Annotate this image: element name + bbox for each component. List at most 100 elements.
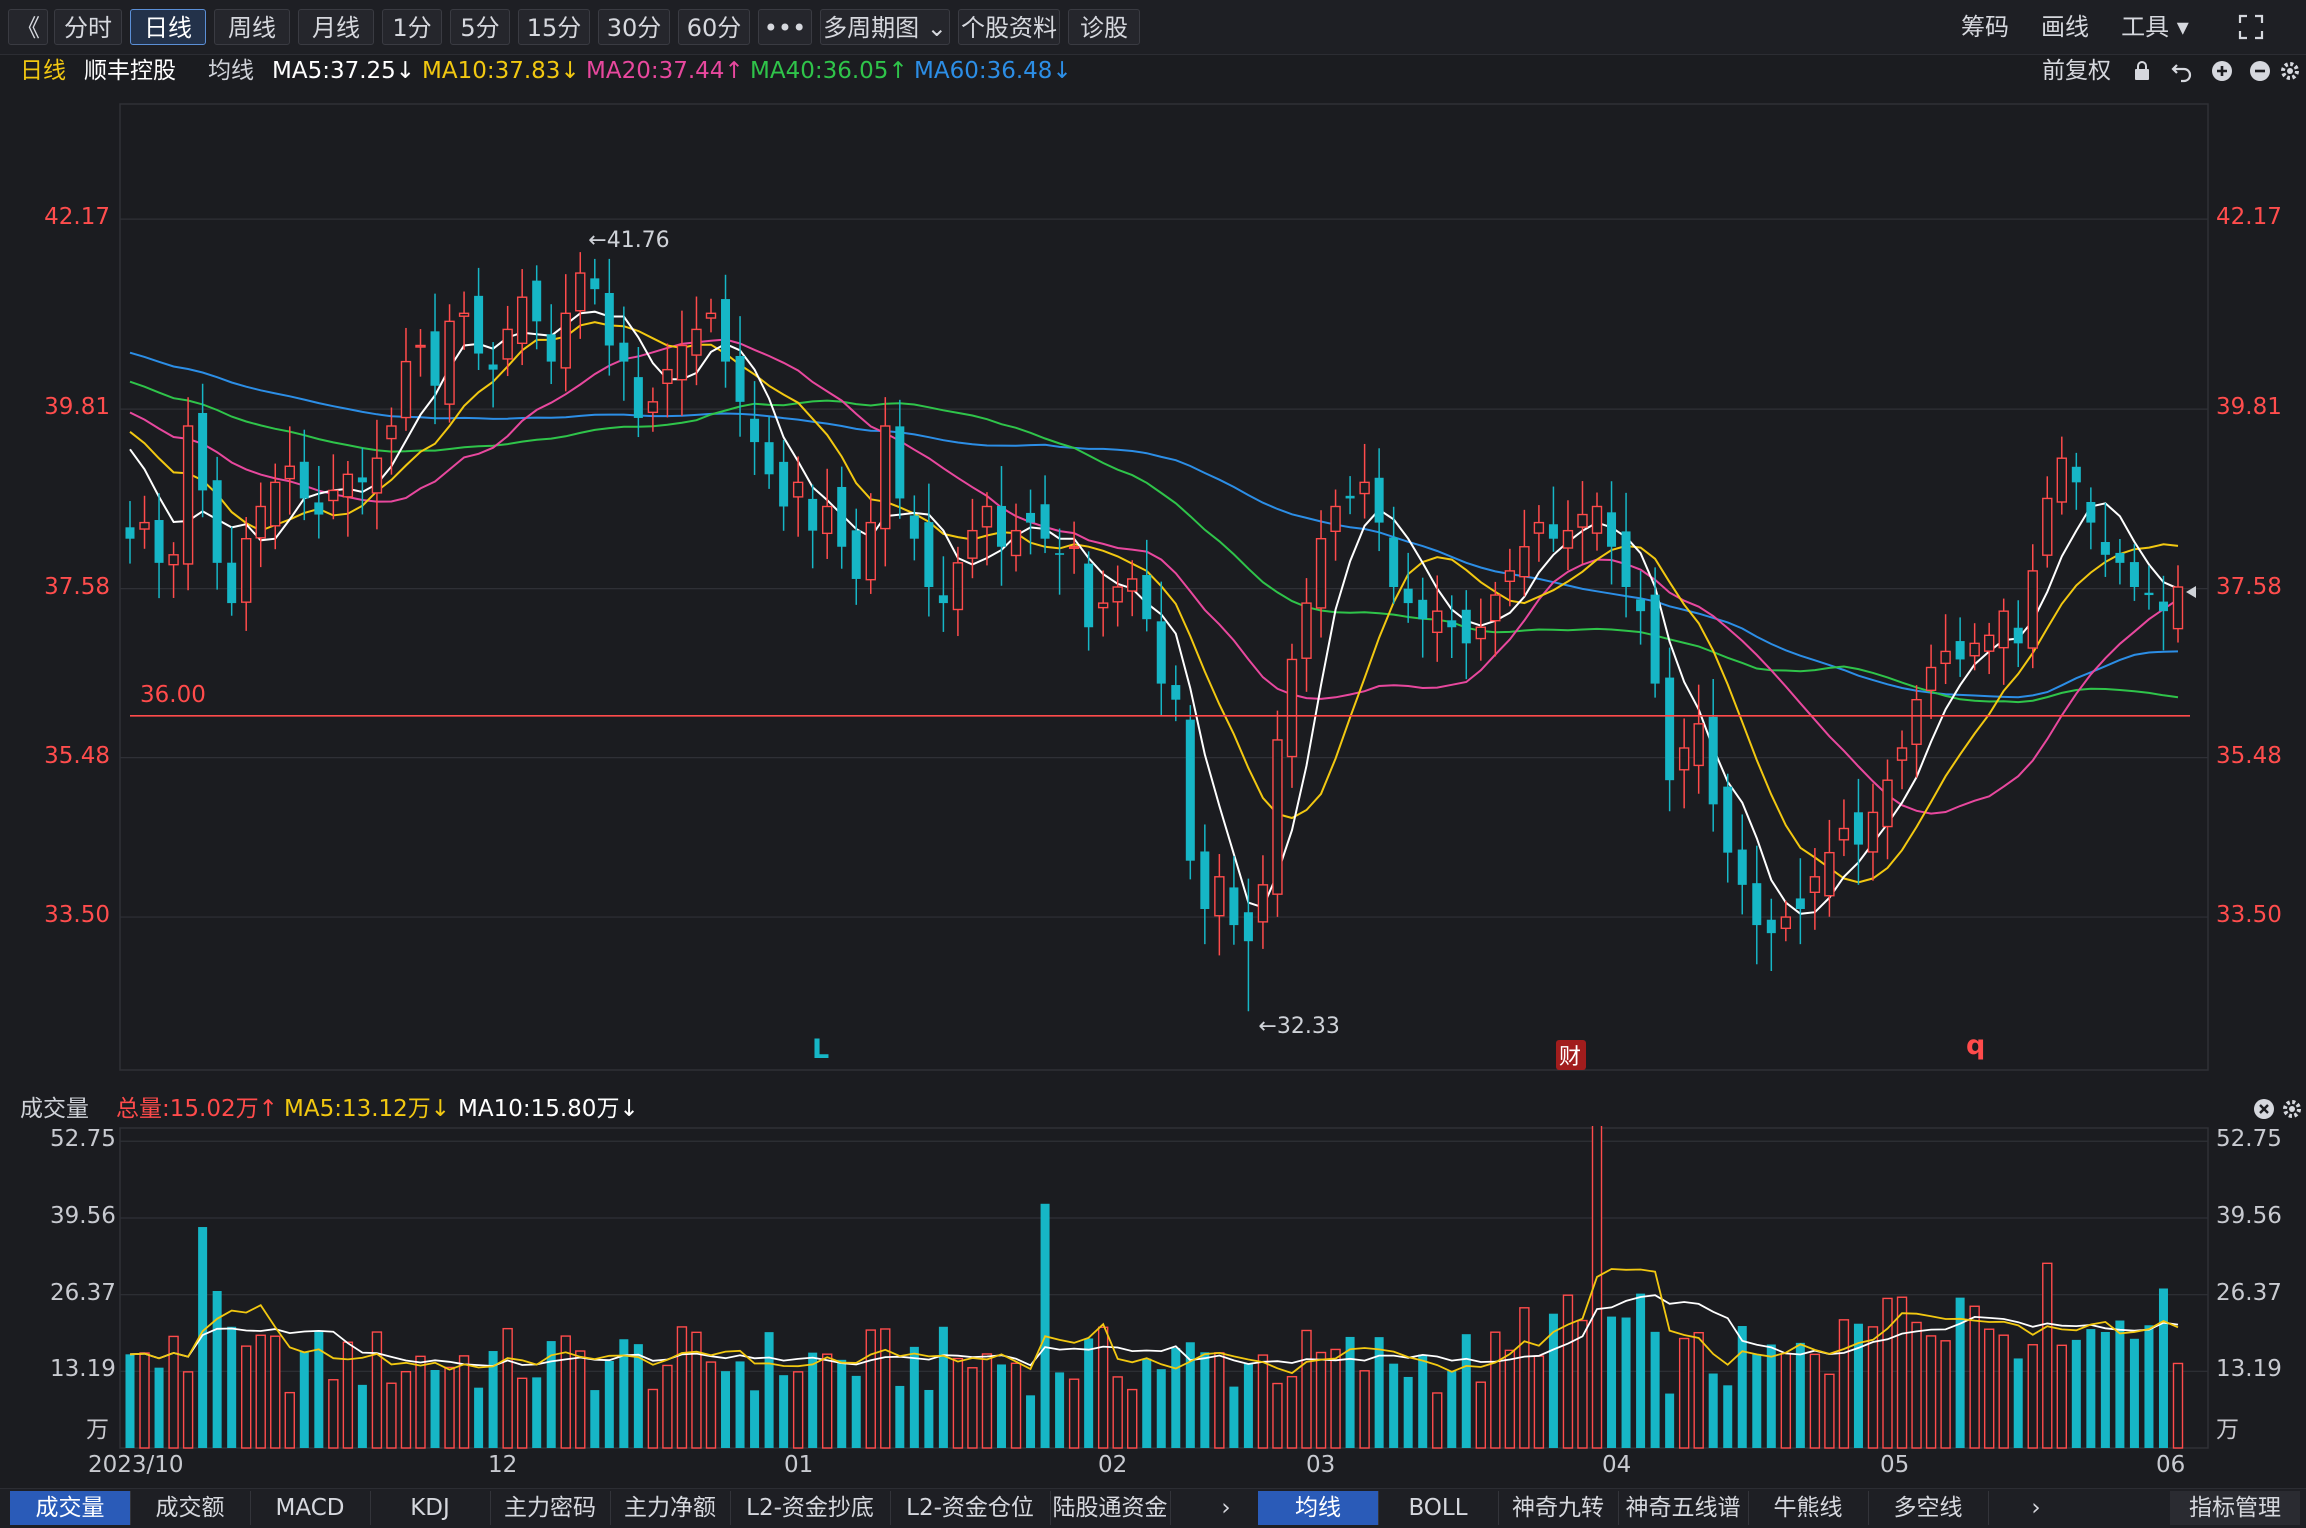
toolbar-tab-6[interactable]: 15分 <box>518 9 590 45</box>
volume-bar-down <box>779 1375 789 1448</box>
lock-icon[interactable] <box>2130 59 2154 83</box>
candle-down <box>154 520 164 563</box>
volume-bar-down <box>1345 1336 1355 1448</box>
indicator-tab-2[interactable]: MACD <box>250 1491 371 1525</box>
candle-down <box>1142 575 1152 620</box>
candle-down <box>474 295 484 354</box>
candle-down <box>909 515 919 539</box>
volume-bar-up <box>1112 1376 1123 1449</box>
date-label: 12 <box>488 1452 518 1478</box>
indicator-tab-5[interactable]: 主力净额 <box>610 1491 731 1525</box>
volume-chart[interactable] <box>0 1126 2306 1452</box>
volume-bar-up <box>1533 1355 1545 1449</box>
toolbar-tab-4[interactable]: 1分 <box>382 9 442 45</box>
chips-button[interactable]: 筹码 <box>1950 9 2020 45</box>
volume-bar-down <box>735 1361 745 1448</box>
candle-up <box>1257 884 1269 923</box>
candle-up <box>705 312 717 319</box>
overlay-tab-3[interactable]: 神奇五线谱 <box>1618 1491 1749 1525</box>
candle-up <box>1301 602 1312 659</box>
volume-bar-down <box>1461 1334 1471 1448</box>
indicator-tab-4[interactable]: 主力密码 <box>490 1491 611 1525</box>
indicator-tab-1[interactable]: 成交额 <box>130 1491 251 1525</box>
volume-bar-down <box>808 1352 818 1448</box>
candle-up <box>1490 594 1501 622</box>
event-marker-l[interactable]: L <box>812 1034 829 1065</box>
zoom-in-icon[interactable] <box>2210 59 2234 83</box>
candle-up <box>1330 505 1341 533</box>
adjust-label[interactable]: 前复权 <box>2042 54 2111 88</box>
indicator-tab-8[interactable]: 陆股通资金 <box>1050 1491 1171 1525</box>
indicator-tab-6[interactable]: L2-资金抄底 <box>730 1491 891 1525</box>
price-tick-right: 35.48 <box>2216 742 2282 769</box>
candle-down <box>1795 898 1805 909</box>
indicator-tab-3[interactable]: KDJ <box>370 1491 491 1525</box>
toolbar-tab-9[interactable]: ••• <box>758 9 812 45</box>
volume-bar-down <box>895 1385 905 1448</box>
toolbar-tab-3[interactable]: 月线 <box>298 9 374 45</box>
price-chart[interactable]: 36.00 ←41.76 ←32.33 L 财 q <box>0 88 2306 1074</box>
back-button[interactable]: 《 <box>8 9 48 45</box>
volume-tick-right: 39.56 <box>2216 1202 2282 1229</box>
toolbar-tab-12[interactable]: 诊股 <box>1068 9 1140 45</box>
volume-bar-down <box>1142 1358 1152 1448</box>
candle-up <box>1315 538 1327 609</box>
tools-button[interactable]: 工具 ▾ <box>2110 9 2200 45</box>
overlay-tab-2[interactable]: 神奇九转 <box>1498 1491 1619 1525</box>
close-volume-icon[interactable] <box>2252 1097 2276 1121</box>
ma60-line <box>129 351 2179 699</box>
toolbar-tab-1[interactable]: 日线 <box>130 9 206 45</box>
zoom-out-icon[interactable] <box>2248 59 2272 83</box>
indicator-tab-0[interactable]: 成交量 <box>10 1491 131 1525</box>
draw-button[interactable]: 画线 <box>2030 9 2100 45</box>
candle-up <box>1678 747 1690 771</box>
overlay-tab-1[interactable]: BOLL <box>1378 1491 1499 1525</box>
toolbar-tab-0[interactable]: 分时 <box>54 9 122 45</box>
undo-icon[interactable] <box>2170 59 2194 83</box>
indicator-manage-button[interactable]: 指标管理 <box>2170 1491 2300 1525</box>
candle-down <box>590 278 600 290</box>
toolbar-tab-10[interactable]: 多周期图 ⌄ <box>820 9 950 45</box>
volume-bar-up <box>2027 1344 2038 1449</box>
event-marker-finance[interactable]: 财 <box>1559 1045 1581 1070</box>
settings-gear-icon[interactable] <box>2278 59 2302 83</box>
candle-down <box>1055 553 1065 555</box>
volume-bar-up <box>705 1361 717 1449</box>
overlay-tab-4[interactable]: 牛熊线 <box>1748 1491 1869 1525</box>
candle-up <box>386 425 397 440</box>
toolbar-tab-2[interactable]: 周线 <box>214 9 290 45</box>
volume-bar-up <box>444 1366 455 1449</box>
candle-up <box>1562 529 1574 549</box>
volume-settings-icon[interactable] <box>2280 1097 2304 1121</box>
tabs-scroll-left-icon[interactable]: › <box>1208 1491 1244 1525</box>
volume-bar-up <box>1983 1328 1995 1449</box>
event-marker-q[interactable]: q <box>1966 1030 1985 1061</box>
indicator-tab-7[interactable]: L2-资金仓位 <box>890 1491 1051 1525</box>
price-tick-right: 33.50 <box>2216 902 2282 929</box>
toolbar-tab-8[interactable]: 60分 <box>678 9 750 45</box>
candle-down <box>1461 609 1471 644</box>
candle-down <box>227 562 237 604</box>
toolbar-tab-5[interactable]: 5分 <box>450 9 510 45</box>
toolbar-tab-7[interactable]: 30分 <box>598 9 670 45</box>
candle-up <box>270 481 281 527</box>
ma40-value: MA40:36.05↑ <box>750 58 908 84</box>
fullscreen-icon[interactable] <box>2236 12 2266 42</box>
volume-bar-down <box>2129 1338 2139 1448</box>
overlay-tab-5[interactable]: 多空线 <box>1868 1491 1989 1525</box>
ma40-line <box>129 380 2179 704</box>
candle-up <box>691 328 702 356</box>
candle-up <box>1112 586 1123 603</box>
volume-bar-down <box>1403 1376 1413 1448</box>
tabs-scroll-right-icon[interactable]: › <box>2018 1491 2054 1525</box>
overlay-tab-0[interactable]: 均线 <box>1258 1491 1379 1525</box>
volume-bar-up <box>516 1377 528 1449</box>
volume-tick-right: 52.75 <box>2216 1126 2282 1153</box>
toolbar-tab-11[interactable]: 个股资料 <box>958 9 1060 45</box>
candle-down <box>198 412 208 491</box>
volume-bar-down <box>2071 1339 2081 1448</box>
date-label: 01 <box>784 1452 814 1478</box>
volume-total: 总量:15.02万↑ <box>116 1096 278 1122</box>
price-tick-left: 35.48 <box>44 742 110 769</box>
volume-bar-down <box>1200 1352 1210 1448</box>
